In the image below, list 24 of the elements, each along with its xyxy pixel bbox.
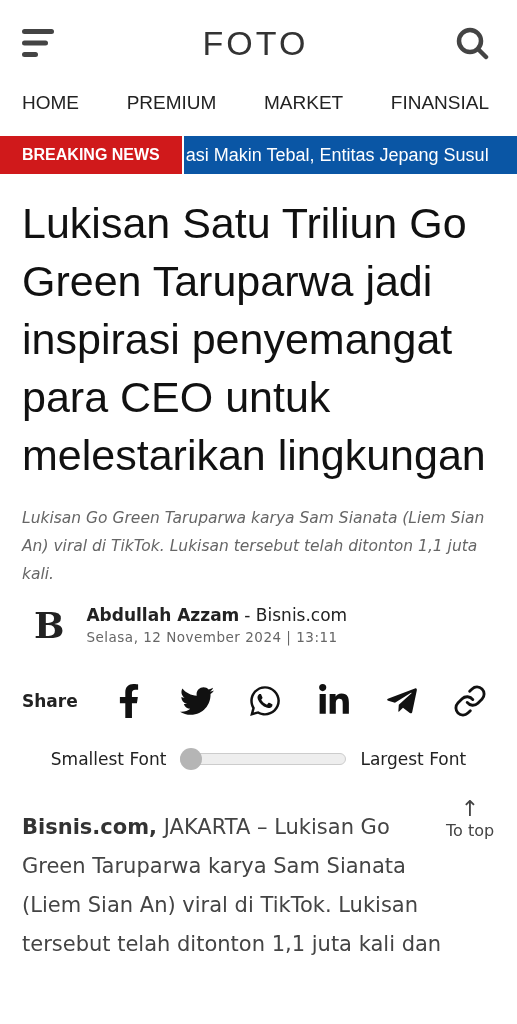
breaking-news-label: BREAKING NEWS xyxy=(0,136,184,174)
link-share-icon[interactable] xyxy=(452,684,487,718)
whatsapp-share-icon[interactable] xyxy=(248,684,283,718)
to-top-link[interactable]: ↑ To top xyxy=(446,796,495,964)
largest-font-label: Largest Font xyxy=(360,749,467,769)
author-byline: Abdullah Azzam - Bisnis.com xyxy=(86,605,348,625)
smallest-font-label: Smallest Font xyxy=(50,749,167,769)
menu-icon[interactable] xyxy=(22,28,56,58)
page-title: FOTO xyxy=(202,23,309,63)
font-size-slider[interactable] xyxy=(180,748,347,770)
search-icon[interactable] xyxy=(455,26,489,60)
nav-link[interactable]: HOME xyxy=(22,92,79,136)
publish-date: Selasa, 12 November 2024 | 13:11 xyxy=(86,629,339,645)
nav-link[interactable]: PREMIUM xyxy=(126,92,217,136)
share-label: Share xyxy=(22,691,78,711)
slider-thumb[interactable] xyxy=(180,748,203,770)
article-title: Lukisan Satu Triliun Go Green Taruparwa jadi inspirasi penyemangat para CEO untuk melestarikan lingkungan xyxy=(22,198,487,481)
nav-link[interactable]: FINANSIAL xyxy=(390,92,489,136)
article-body: Bisnis.com, JAKARTA – Lukisan Go Green Taruparwa karya Sam Sianata (Liem Sian An) viral di TikTok. Lukisan tersebut telah ditonton 1,1 juta kali dan xyxy=(22,814,442,958)
news-ticker[interactable]: asi Makin Tebal, Entitas Jepang Susul xyxy=(183,136,517,174)
nav-link[interactable]: MARKET xyxy=(264,92,344,136)
twitter-share-icon[interactable] xyxy=(180,684,215,718)
publisher-logo: B xyxy=(34,604,65,646)
article-summary: Lukisan Go Green Taruparwa karya Sam Sianata (Liem Sian An) viral di TikTok. Lukisan tersebut telah ditonton 1,1 juta kali. xyxy=(22,508,486,585)
